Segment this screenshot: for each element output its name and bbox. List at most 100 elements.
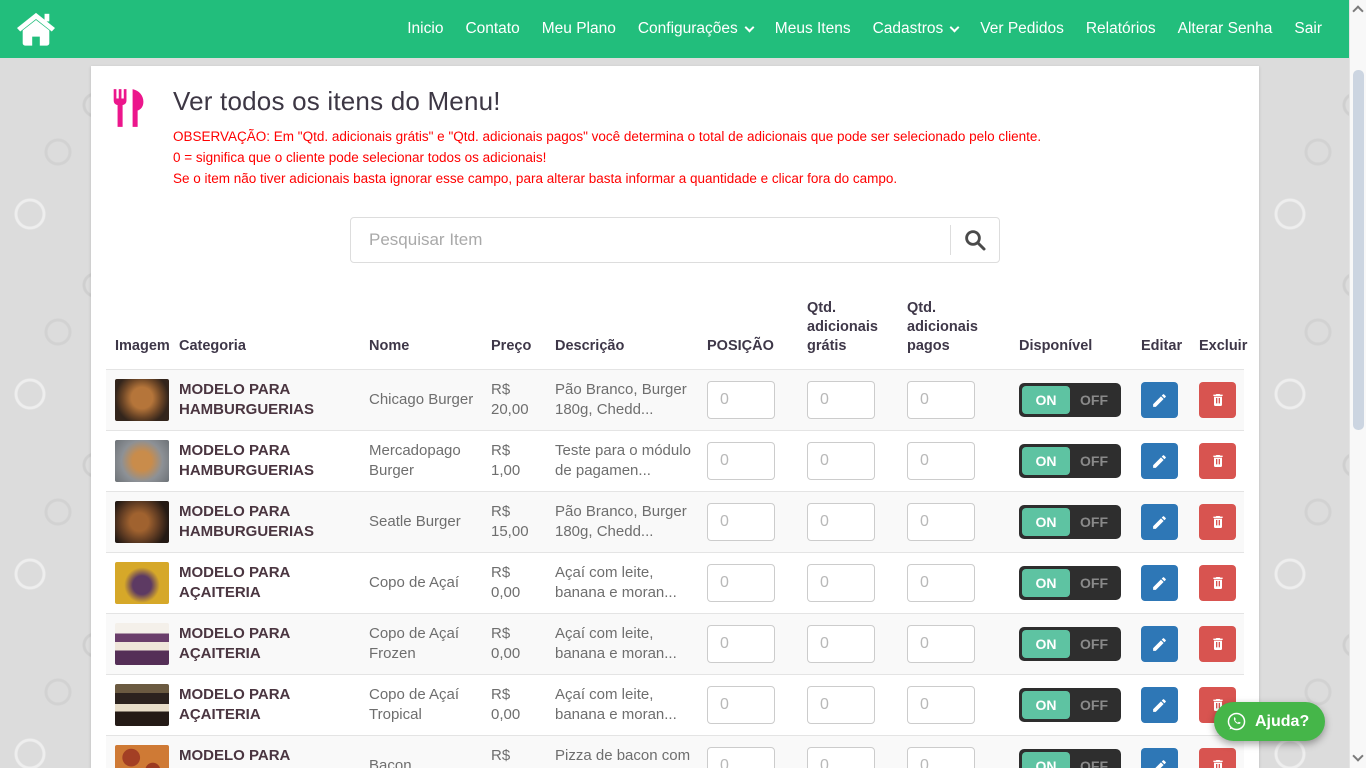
disponivel-toggle[interactable]: ONOFF — [1019, 444, 1121, 478]
nav-item-meus-itens[interactable]: Meus Itens — [764, 12, 862, 46]
posicao-input[interactable] — [707, 381, 775, 419]
item-categoria: MODELO PARA HAMBURGUERIAS — [179, 502, 369, 542]
nav-label: Alterar Senha — [1178, 20, 1273, 38]
pizza-bacon-photo — [115, 745, 169, 768]
table-row: MODELO PARA AÇAITERIA Copo de Açaí Tropi… — [106, 674, 1244, 735]
nav-item-alterar-senha[interactable]: Alterar Senha — [1167, 12, 1284, 46]
edit-button[interactable] — [1141, 565, 1178, 601]
scrollbar-thumb[interactable] — [1353, 70, 1364, 430]
col-header-qtd-pagos: Qtd. adicionais pagos — [907, 299, 1019, 356]
home-button[interactable] — [13, 7, 59, 51]
nav-label: Relatórios — [1086, 20, 1156, 38]
nav-item-inicio[interactable]: Inicio — [396, 12, 454, 46]
edit-button[interactable] — [1141, 382, 1178, 418]
toggle-on-label: ON — [1022, 508, 1070, 536]
delete-button[interactable] — [1199, 382, 1236, 418]
disponivel-toggle[interactable]: ONOFF — [1019, 749, 1121, 768]
qtd-gratis-input[interactable] — [807, 442, 875, 480]
nav-item-sair[interactable]: Sair — [1283, 12, 1333, 46]
qtd-gratis-input[interactable] — [807, 381, 875, 419]
nav-item-contato[interactable]: Contato — [454, 12, 530, 46]
trash-icon — [1210, 575, 1226, 591]
toggle-off-label: OFF — [1070, 758, 1118, 768]
posicao-input[interactable] — [707, 442, 775, 480]
nav-item-relatorios[interactable]: Relatórios — [1075, 12, 1167, 46]
qtd-pagos-input[interactable] — [907, 381, 975, 419]
posicao-input[interactable] — [707, 564, 775, 602]
disponivel-toggle[interactable]: ONOFF — [1019, 383, 1121, 417]
nav-item-ver-pedidos[interactable]: Ver Pedidos — [969, 12, 1075, 46]
qtd-gratis-input[interactable] — [807, 686, 875, 724]
qtd-pagos-input[interactable] — [907, 686, 975, 724]
nav-item-meu-plano[interactable]: Meu Plano — [531, 12, 627, 46]
page-title: Ver todos os itens do Menu! — [173, 86, 1041, 117]
delete-button[interactable] — [1199, 443, 1236, 479]
edit-button[interactable] — [1141, 504, 1178, 540]
disponivel-toggle[interactable]: ONOFF — [1019, 505, 1121, 539]
toggle-on-label: ON — [1022, 752, 1070, 768]
qtd-pagos-input[interactable] — [907, 564, 975, 602]
item-nome: Copo de Açaí Frozen — [369, 624, 491, 664]
scroll-down-arrow-icon[interactable] — [1352, 750, 1363, 761]
qtd-gratis-input[interactable] — [807, 564, 875, 602]
item-descricao: Pizza de bacon com queijo. — [555, 746, 707, 768]
disponivel-toggle[interactable]: ONOFF — [1019, 566, 1121, 600]
item-categoria: MODELO PARA HAMBURGUERIAS — [179, 441, 369, 481]
table-row: MODELO PARA HAMBURGUERIAS Seatle Burger … — [106, 491, 1244, 552]
item-descricao: Açaí com leite, banana e moran... — [555, 685, 707, 725]
qtd-gratis-input[interactable] — [807, 625, 875, 663]
table-row: MODELO PARA AÇAITERIA Copo de Açaí Froze… — [106, 613, 1244, 674]
posicao-input[interactable] — [707, 747, 775, 768]
item-preco: R$ 0,00 — [491, 563, 555, 603]
qtd-pagos-input[interactable] — [907, 625, 975, 663]
acai-cup-photo — [115, 562, 169, 604]
item-nome: Seatle Burger — [369, 512, 491, 532]
edit-button[interactable] — [1141, 687, 1178, 723]
toggle-on-label: ON — [1022, 569, 1070, 597]
delete-button[interactable] — [1199, 504, 1236, 540]
burger-mercadopago-photo — [115, 440, 169, 482]
nav-label: Contato — [465, 20, 519, 38]
delete-button[interactable] — [1199, 626, 1236, 662]
col-header-preco: Preço — [491, 337, 555, 356]
edit-button[interactable] — [1141, 626, 1178, 662]
help-button[interactable]: Ajuda? — [1214, 702, 1325, 741]
item-descricao: Açaí com leite, banana e moran... — [555, 563, 707, 603]
item-preco: R$ 15,00 — [491, 502, 555, 542]
qtd-pagos-input[interactable] — [907, 503, 975, 541]
posicao-input[interactable] — [707, 503, 775, 541]
toggle-on-label: ON — [1022, 447, 1070, 475]
burger-chicago-photo — [115, 379, 169, 421]
page-scrollbar[interactable] — [1349, 0, 1366, 768]
pencil-icon — [1151, 636, 1168, 653]
delete-button[interactable] — [1199, 565, 1236, 601]
edit-button[interactable] — [1141, 748, 1178, 768]
qtd-pagos-input[interactable] — [907, 747, 975, 768]
table-header: Imagem Categoria Nome Preço Descrição PO… — [106, 299, 1244, 369]
qtd-gratis-input[interactable] — [807, 747, 875, 768]
toggle-on-label: ON — [1022, 691, 1070, 719]
item-descricao: Pão Branco, Burger 180g, Chedd... — [555, 502, 707, 542]
nav-item-cadastros[interactable]: Cadastros — [862, 12, 970, 46]
item-descricao: Açaí com leite, banana e moran... — [555, 624, 707, 664]
search-input[interactable] — [351, 218, 950, 262]
posicao-input[interactable] — [707, 686, 775, 724]
acai-tropical-photo — [115, 684, 169, 726]
note-line: OBSERVAÇÃO: Em "Qtd. adicionais grátis" … — [173, 126, 1041, 147]
delete-button[interactable] — [1199, 748, 1236, 768]
posicao-input[interactable] — [707, 625, 775, 663]
qtd-gratis-input[interactable] — [807, 503, 875, 541]
disponivel-toggle[interactable]: ONOFF — [1019, 627, 1121, 661]
trash-icon — [1210, 636, 1226, 652]
edit-button[interactable] — [1141, 443, 1178, 479]
scroll-up-arrow-icon[interactable] — [1352, 5, 1363, 16]
col-header-categoria: Categoria — [179, 337, 369, 356]
disponivel-toggle[interactable]: ONOFF — [1019, 688, 1121, 722]
item-categoria: MODELO PARA AÇAITERIA — [179, 685, 369, 725]
card-header: Ver todos os itens do Menu! OBSERVAÇÃO: … — [106, 86, 1244, 189]
search-button[interactable] — [951, 218, 999, 262]
nav-item-configuracoes[interactable]: Configurações — [627, 12, 764, 46]
qtd-pagos-input[interactable] — [907, 442, 975, 480]
item-nome: Mercadopago Burger — [369, 441, 491, 481]
item-categoria: MODELO PARA PIZZARIA — [179, 746, 369, 768]
